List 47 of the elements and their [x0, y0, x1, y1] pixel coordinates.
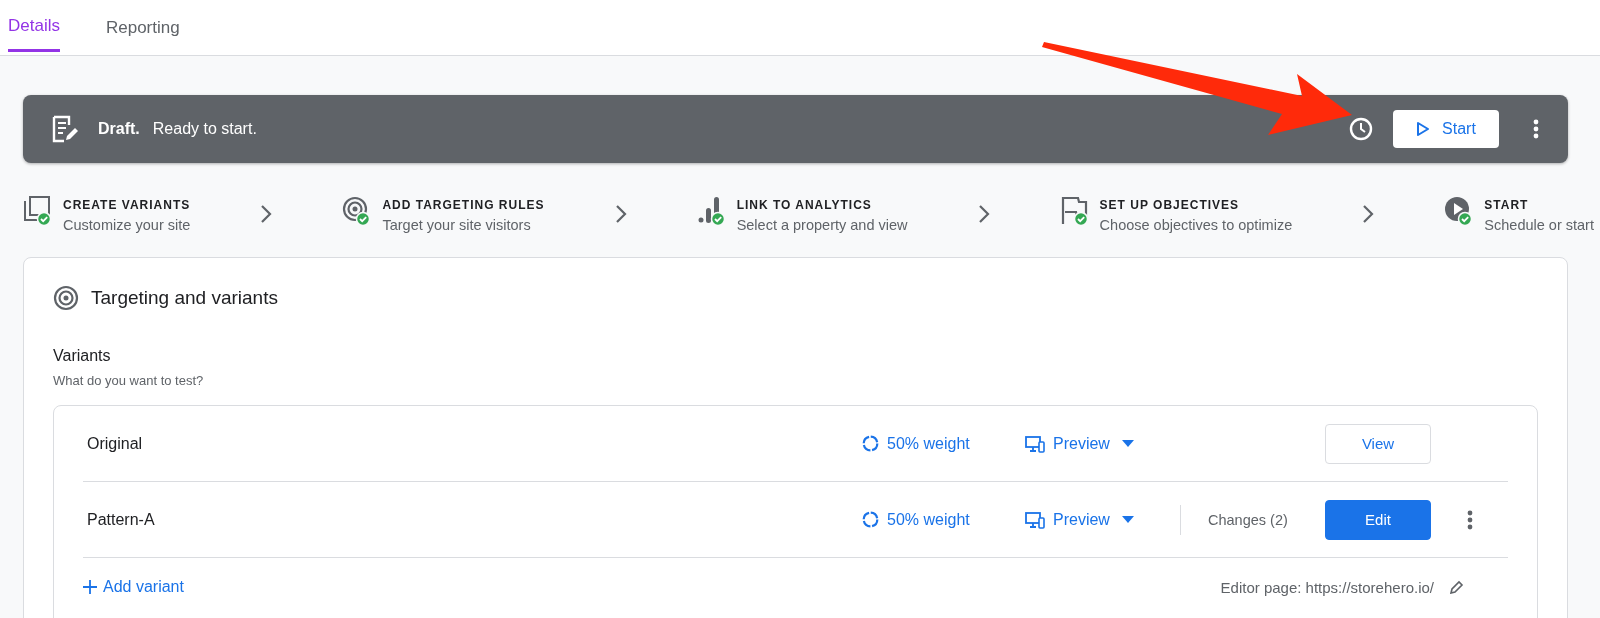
chevron-right-icon	[260, 204, 273, 224]
caret-icon	[1121, 440, 1134, 447]
step-subtitle: Select a property and view	[736, 216, 908, 233]
variant-name: Original	[86, 434, 144, 453]
step-title: ADD TARGETING RULES	[382, 197, 545, 212]
step-subtitle: Customize your site	[63, 216, 191, 233]
monitor-phone-icon	[1025, 434, 1045, 453]
more-options-icon[interactable]	[1466, 509, 1473, 530]
step-title: SET UP OBJECTIVES	[1099, 197, 1241, 212]
clock-icon[interactable]	[1349, 117, 1373, 141]
status-message: Ready to start.	[152, 120, 258, 138]
view-button[interactable]: View	[1325, 423, 1431, 464]
step-title: CREATE VARIANTS	[63, 197, 191, 212]
step-title: START	[1484, 197, 1530, 212]
variant-name: Pattern-A	[86, 510, 156, 529]
step-subtitle: Schedule or start	[1484, 216, 1594, 233]
ring-icon	[862, 511, 879, 528]
add-variant-link[interactable]: Add variant	[83, 578, 184, 596]
weight-link[interactable]: 50% weight	[862, 510, 970, 529]
document-edit-icon	[51, 114, 79, 144]
weight-link[interactable]: 50% weight	[862, 434, 970, 453]
monitor-phone-icon	[1025, 510, 1045, 529]
changes-count: Changes (2)	[1207, 511, 1289, 528]
step-subtitle: Choose objectives to optimize	[1099, 216, 1293, 233]
play-icon	[1416, 121, 1431, 137]
edit-button[interactable]: Edit	[1325, 499, 1431, 540]
preview-dropdown[interactable]: Preview	[1025, 434, 1134, 453]
preview-dropdown[interactable]: Preview	[1025, 510, 1134, 529]
ring-icon	[862, 435, 879, 452]
plus-icon	[83, 580, 97, 594]
caret-icon	[1121, 516, 1134, 523]
pencil-icon[interactable]	[1450, 580, 1464, 594]
tab[interactable]: Reporting	[105, 0, 180, 55]
tab[interactable]: Details	[8, 0, 60, 52]
step-title: LINK TO ANALYTICS	[736, 197, 873, 212]
target-icon	[53, 285, 79, 311]
start-button[interactable]: Start	[1393, 110, 1499, 148]
editor-page-text: Editor page: https://storehero.io/	[1220, 578, 1434, 596]
step-subtitle: Target your site visitors	[382, 216, 532, 233]
card-title: Targeting and variants	[91, 287, 278, 309]
chevron-right-icon	[977, 204, 990, 224]
section-heading: Variants	[53, 347, 112, 365]
chevron-right-icon	[614, 204, 627, 224]
chevron-right-icon	[1362, 204, 1375, 224]
more-options-icon[interactable]	[1533, 119, 1539, 139]
section-subtitle: What do you want to test?	[53, 373, 205, 388]
status-label: Draft.	[98, 120, 140, 138]
